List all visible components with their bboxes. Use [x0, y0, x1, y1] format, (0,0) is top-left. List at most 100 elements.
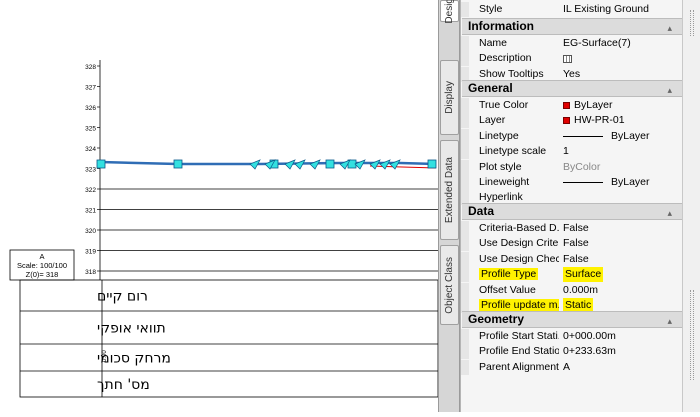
property-value[interactable]: IL Existing Ground	[559, 2, 683, 17]
vertex-grip-triangle[interactable]	[369, 159, 381, 170]
property-value[interactable]: ByColor	[559, 160, 683, 175]
tab-object-class[interactable]: Object Class	[440, 245, 459, 325]
collapse-caret-icon[interactable]: ▴	[667, 83, 672, 98]
property-name: Profile Start Stati...	[479, 330, 559, 342]
section-title: General	[468, 81, 513, 95]
property-row[interactable]: Linetype ByLayer	[461, 128, 683, 144]
property-row[interactable]: Profile End Station 0+233.63m	[461, 344, 683, 360]
y-tick-label: 328	[85, 64, 96, 71]
vertex-grip-square[interactable]	[173, 159, 183, 169]
property-value[interactable]: ByLayer	[559, 98, 683, 113]
properties-side-tabs: Desig Display Extended Data Object Class	[438, 0, 460, 412]
y-tick-label: 319	[85, 249, 96, 256]
color-swatch-icon	[563, 117, 570, 125]
property-row[interactable]: Parent Alignment A	[461, 359, 683, 375]
property-row[interactable]: Criteria-Based D... False	[461, 221, 683, 236]
scrollbar-grip[interactable]	[690, 290, 694, 380]
property-value[interactable]: ByLayer	[559, 129, 683, 144]
property-value[interactable]: 1	[559, 144, 683, 159]
tab-design[interactable]: Desig	[440, 0, 459, 24]
scale-box-label: A	[39, 252, 44, 261]
property-value[interactable]: A	[559, 360, 683, 375]
property-row[interactable]: Offset Value 0.000m	[461, 282, 683, 298]
vertex-grip-square[interactable]	[325, 159, 335, 169]
property-name: Profile Type	[479, 268, 539, 281]
y-tick-label: 326	[85, 105, 96, 112]
property-row[interactable]: Linetype scale 1	[461, 144, 683, 160]
table-row-label: מרחק סכומי	[97, 351, 171, 367]
y-tick-label: 325	[85, 126, 96, 133]
property-row[interactable]: Profile Type Surface	[461, 267, 683, 283]
vertex-grip-square[interactable]	[427, 159, 437, 169]
property-row[interactable]: Name EG-Surface(7)	[461, 36, 683, 51]
vertex-grip-triangle[interactable]	[379, 159, 391, 170]
property-value[interactable]	[559, 51, 683, 66]
data-table-frame	[19, 279, 439, 398]
property-value[interactable]: HW-PR-01	[559, 113, 683, 128]
section-header-data[interactable]: Data ▴	[462, 203, 682, 220]
property-row[interactable]: Profile Start Stati... 0+000.00m	[461, 329, 683, 344]
y-tick-label: 321	[85, 208, 96, 215]
property-value[interactable]: 0.000m	[559, 283, 683, 298]
property-row[interactable]: True Color ByLayer	[461, 98, 683, 113]
property-name: Parent Alignment	[479, 360, 559, 373]
section-header-general[interactable]: General ▴	[462, 80, 682, 97]
property-value[interactable]: False	[559, 252, 683, 267]
property-name: Offset Value	[479, 283, 536, 296]
section-header-information[interactable]: Information ▴	[462, 18, 682, 35]
property-value[interactable]: EG-Surface(7)	[559, 36, 683, 51]
property-name: Use Design Chec...	[479, 252, 559, 265]
property-row[interactable]: Use Design Chec...False	[461, 251, 683, 267]
y-tick-label: 320	[85, 228, 96, 235]
scale-box-datum: Z(0)= 318	[26, 270, 59, 279]
property-name: Description	[479, 52, 532, 65]
y-tick-label: 323	[85, 167, 96, 174]
property-value[interactable]: 0+233.63m	[559, 344, 683, 359]
properties-panel: Style IL Existing Ground Information ▴ Name E…	[460, 0, 682, 412]
section-header-geometry[interactable]: Geometry ▴	[462, 311, 682, 328]
property-row[interactable]: Description	[461, 51, 683, 67]
vertex-grip-triangle[interactable]	[354, 159, 366, 170]
table-row-label: מס' חתך	[97, 377, 150, 393]
property-name: Use Design Crite...	[479, 237, 559, 250]
property-value[interactable]: 0+000.00m	[559, 329, 683, 344]
property-name: Layer	[479, 114, 506, 127]
y-tick-label: 322	[85, 187, 96, 194]
collapse-caret-icon[interactable]: ▴	[667, 314, 672, 329]
property-value[interactable]: False	[559, 221, 683, 236]
property-name: True Color	[479, 99, 529, 111]
y-tick-label: 324	[85, 146, 96, 153]
distance-start-value: 0.00	[102, 350, 108, 362]
scale-box: A Scale: 100/100 Z(0)= 318	[9, 249, 75, 281]
property-row[interactable]: Lineweight ByLayer	[461, 175, 683, 190]
profile-view-canvas[interactable]: A Scale: 100/100 Z(0)= 318 רום קיים תוואי…	[0, 0, 439, 412]
collapse-caret-icon[interactable]: ▴	[667, 21, 672, 36]
property-value[interactable]: False	[559, 236, 683, 251]
property-value[interactable]: ByLayer	[559, 175, 683, 190]
property-row[interactable]: Use Design Crite... False	[461, 236, 683, 252]
scale-box-scale: Scale: 100/100	[17, 261, 67, 270]
y-tick-label: 327	[85, 85, 96, 92]
section-title: Information	[468, 19, 534, 33]
property-value[interactable]: Surface	[559, 267, 683, 283]
property-row[interactable]: Layer HW-PR-01	[461, 113, 683, 129]
scrollbar-grip[interactable]	[690, 10, 694, 36]
vertex-grip-triangle[interactable]	[389, 159, 401, 170]
property-name: Profile End Station	[479, 345, 559, 358]
property-name: Name	[479, 37, 508, 49]
vertex-grip-square[interactable]	[96, 159, 106, 169]
property-row[interactable]: Plot style ByColor	[461, 159, 683, 175]
collapse-caret-icon[interactable]: ▴	[667, 206, 672, 221]
section-title: Data	[468, 204, 495, 218]
calculator-icon[interactable]	[563, 54, 572, 63]
tab-display[interactable]: Display	[440, 60, 459, 135]
section-title: Geometry	[468, 312, 525, 326]
y-tick-label: 318	[85, 269, 96, 276]
property-name: Linetype scale	[479, 145, 547, 158]
table-row-label: תוואי אופקי	[97, 321, 166, 337]
profile-red-line	[369, 165, 437, 169]
property-row-style[interactable]: Style IL Existing Ground	[461, 2, 683, 17]
linetype-sample-icon	[563, 135, 603, 137]
panel-scrollbar[interactable]	[682, 0, 700, 412]
tab-extended-data[interactable]: Extended Data	[440, 140, 459, 240]
